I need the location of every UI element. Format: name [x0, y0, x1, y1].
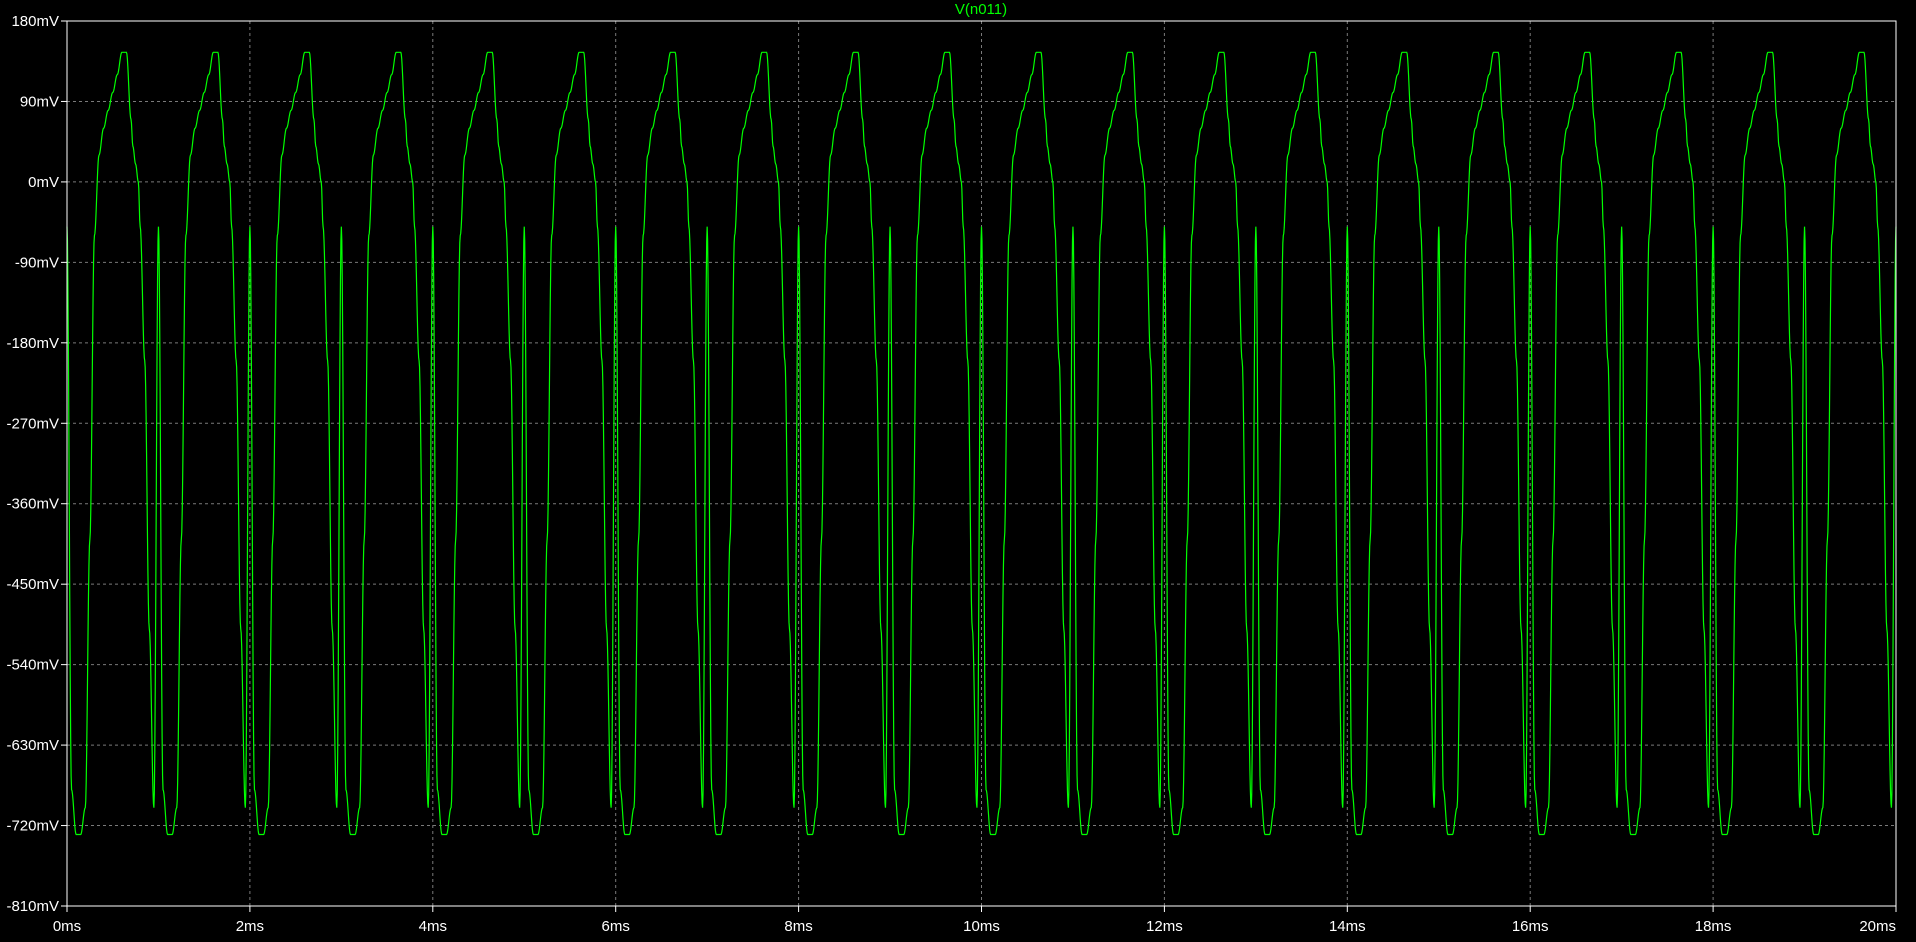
- y-tick-label: -360mV: [6, 496, 59, 513]
- x-tick-label: 6ms: [602, 918, 630, 935]
- y-tick-label: -540mV: [6, 657, 59, 674]
- chart-title: V(n011): [955, 1, 1007, 18]
- y-tick-label: -90mV: [15, 254, 59, 271]
- y-tick-label: -450mV: [6, 576, 59, 593]
- axis-layer: [61, 20, 1897, 912]
- x-tick-label: 4ms: [419, 918, 447, 935]
- x-tick-label: 18ms: [1695, 918, 1732, 935]
- x-tick-label: 10ms: [963, 918, 1000, 935]
- x-tick-label: 2ms: [236, 918, 264, 935]
- x-tick-label: 20ms: [1859, 918, 1896, 935]
- x-tick-label: 16ms: [1512, 918, 1549, 935]
- grid-layer: [67, 21, 1896, 906]
- x-tick-label: 0ms: [53, 918, 81, 935]
- y-tick-label: -810mV: [6, 898, 59, 915]
- plot-svg: 0ms 2ms 4ms 6ms 8ms 10ms 12ms 14ms 16ms 18ms 20ms 1…: [6, 1, 1897, 935]
- label-layer: 0ms 2ms 4ms 6ms 8ms 10ms 12ms 14ms 16ms 18ms 20ms 1…: [6, 13, 1896, 935]
- y-tick-label: 90mV: [20, 93, 59, 110]
- y-tick-label: 0mV: [28, 174, 59, 191]
- x-tick-label: 14ms: [1329, 918, 1366, 935]
- y-tick-label: 180mV: [11, 13, 59, 30]
- y-tick-label: -270mV: [6, 415, 59, 432]
- x-tick-label: 8ms: [784, 918, 812, 935]
- y-tick-label: -630mV: [6, 737, 59, 754]
- y-tick-label: -720mV: [6, 818, 59, 835]
- x-tick-label: 12ms: [1146, 918, 1183, 935]
- y-tick-label: -180mV: [6, 335, 59, 352]
- waveform-plot: 0ms 2ms 4ms 6ms 8ms 10ms 12ms 14ms 16ms 18ms 20ms 1…: [0, 0, 1916, 937]
